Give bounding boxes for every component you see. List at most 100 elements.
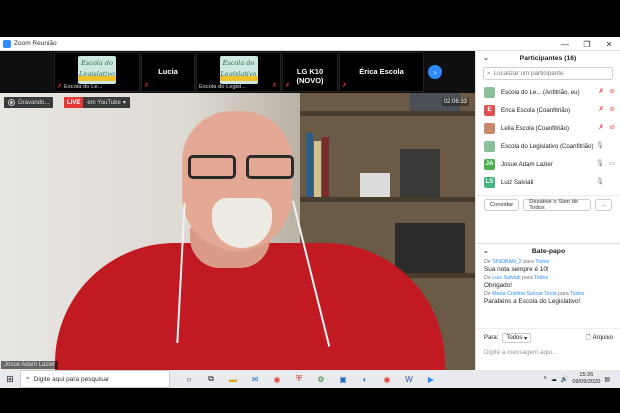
speaker-name-label: Josue Adam Lazier	[1, 361, 59, 369]
video-off-icon[interactable]: ⊘	[610, 123, 615, 131]
chat-message-text: Parabéns a Escola do Legislativo!	[484, 298, 581, 305]
taskbar-clock[interactable]: 15:26 09/09/2020	[572, 372, 600, 386]
muted-mic-icon: ✗	[57, 84, 63, 90]
chat-message-text: Obrigado!	[484, 282, 513, 289]
window-title: Zoom Reunião	[14, 40, 57, 47]
avatar	[484, 86, 495, 98]
participant-actions: Convidar Desative o Som de Todos ...	[476, 195, 620, 214]
speaker-glasses	[188, 155, 298, 181]
maximize-button[interactable]: ❐	[576, 37, 598, 51]
chat-sender[interactable]: Maria Cristina Succar Tecla	[492, 291, 556, 297]
system-tray: ˄ ☁ 🔊 15:26 09/09/2020 ▤	[543, 370, 610, 388]
chat-to-label: Para:	[484, 335, 499, 341]
muted-mic-icon[interactable]: ✗	[599, 123, 604, 131]
windows-taskbar: ⊞ ⌕ Digite aqui para pesquisar ○ ⧉ ▬ ✉ ◉…	[0, 370, 620, 388]
participant-row[interactable]: Escola do Legislativo (Coanfitrião) 🎙	[476, 137, 620, 155]
chat-recipient[interactable]: Todos	[570, 291, 584, 297]
shield-icon[interactable]: ⛨	[288, 370, 310, 388]
close-button[interactable]: ✕	[598, 37, 620, 51]
mic-icon[interactable]: 🎙	[596, 159, 604, 167]
participant-search-input[interactable]: ⌕ Localizar um participante	[483, 67, 613, 80]
participant-name: Luiz Salviati	[501, 178, 534, 186]
live-stream-indicator[interactable]: LIVE em YouTube ▾	[64, 97, 130, 108]
screen: Zoom Reunião — ❐ ✕ Escola do Legislativo…	[0, 0, 620, 413]
notifications-icon[interactable]: ▤	[604, 376, 610, 383]
file-label: Arquivo	[592, 335, 613, 341]
windows-start-icon[interactable]: ⊞	[0, 374, 20, 385]
thumbnail-tile[interactable]: Lucia ✗	[141, 52, 195, 92]
file-button[interactable]: 🗋 Arquivo	[586, 333, 613, 343]
settings-icon[interactable]: ⚙	[310, 370, 332, 388]
taskbar-search-placeholder: Digite aqui para pesquisar	[33, 375, 110, 383]
active-speaker-video: Josue Adam Lazier	[0, 93, 475, 370]
chevron-up-icon[interactable]: ˄	[543, 376, 547, 382]
video-off-icon[interactable]: ⊘	[610, 105, 615, 113]
chat-recipient-value: Todos	[506, 335, 523, 341]
participant-name: Escola do Le...	[501, 88, 542, 96]
chat-sender[interactable]: Luiz Salviati	[492, 275, 520, 281]
chevron-down-icon[interactable]: ⌄	[483, 54, 489, 62]
chat-recipient[interactable]: Todos	[534, 275, 548, 281]
thumbnail-tile[interactable]: Escola do Legislativo ✗ Escola do Le...	[54, 52, 140, 92]
muted-mic-icon[interactable]: ✗	[599, 105, 604, 113]
word-icon[interactable]: W	[398, 370, 420, 388]
chevron-down-icon[interactable]: ⌄	[483, 247, 489, 255]
muted-mic-icon[interactable]: ✗	[599, 87, 604, 95]
record-icon	[8, 99, 15, 106]
thumbnail-tile[interactable]: Érica Escola ✗	[339, 52, 424, 92]
school-logo: Escola do Legislativo	[219, 56, 258, 84]
meeting-timer: 02:06:33	[441, 98, 469, 106]
invite-button[interactable]: Convidar	[484, 199, 520, 211]
minimize-button[interactable]: —	[554, 37, 576, 51]
chat-message: De SINDBAN_2 para Todos Sua nota sempre é…	[476, 258, 620, 274]
mail-icon[interactable]: ✉	[244, 370, 266, 388]
video-off-icon[interactable]: ⊘	[610, 87, 615, 95]
tile-name: LG K10 (NOVO)	[296, 67, 324, 85]
participant-row[interactable]: LS Luiz Salviati 🎙	[476, 173, 620, 191]
video-icon[interactable]: ▭	[609, 159, 615, 167]
participant-row[interactable]: Leila Escola (Coanfitrião) ✗ ⊘	[476, 119, 620, 137]
cortana-icon[interactable]: ○	[178, 370, 200, 388]
participants-header: ⌄ Participantes (16)	[476, 51, 620, 65]
more-options-button[interactable]: ...	[595, 199, 612, 211]
task-view-icon[interactable]: ⧉	[200, 370, 222, 388]
volume-icon[interactable]: 🔊	[561, 376, 568, 383]
avatar	[484, 122, 495, 134]
chat-from-prefix: De	[484, 275, 491, 281]
recording-indicator[interactable]: Gravando...	[4, 97, 54, 108]
thumbnail-tile[interactable]: Escola do Legislativo Escola do Legisl..…	[196, 52, 281, 92]
mic-icon[interactable]: 🎙	[596, 177, 604, 185]
participant-row[interactable]: E Érica Escola (Coanfitrião) ✗ ⊘	[476, 101, 620, 119]
taskbar-search[interactable]: ⌕ Digite aqui para pesquisar	[20, 370, 170, 388]
photo-app-icon[interactable]: ▣	[332, 370, 354, 388]
file-explorer-icon[interactable]: ▬	[222, 370, 244, 388]
zoom-icon[interactable]: ▶	[420, 370, 442, 388]
network-icon[interactable]: ☁	[551, 376, 557, 383]
edge-icon[interactable]: ◐	[354, 370, 376, 388]
mic-icon[interactable]: 🎙	[596, 141, 604, 149]
video-area: Escola do Legislativo ✗ Escola do Le... L…	[0, 51, 475, 370]
muted-mic-icon: ✗	[342, 83, 348, 89]
logo-line1: Escola do	[81, 59, 113, 67]
thumbnail-tile[interactable]: LG K10 (NOVO) ✗	[282, 52, 338, 92]
search-icon: ⌕	[487, 69, 491, 77]
next-page-button[interactable]: ›	[428, 65, 442, 79]
chat-recipient-select[interactable]: Todos ▾	[502, 333, 532, 343]
zoom-app-icon	[3, 39, 11, 48]
participant-row[interactable]: JA Josue Adam Lazier 🎙 ▭	[476, 155, 620, 173]
chat-message: De Maria Cristina Succar Tecla para Todo…	[476, 290, 620, 306]
participant-role: (Coanfitrião)	[535, 124, 570, 132]
chat-to-prefix: para	[522, 275, 533, 281]
mute-all-button[interactable]: Desative o Som de Todos	[523, 199, 592, 211]
chrome-icon[interactable]: ◉	[376, 370, 398, 388]
school-logo: Escola do Legislativo	[78, 56, 116, 84]
chat-to-prefix: para	[523, 259, 534, 265]
participant-row[interactable]: Escola do Le... (Anfitrião, eu) ✗ ⊘	[476, 83, 620, 101]
chat-sender[interactable]: SINDBAN_2	[492, 259, 521, 265]
chat-recipient[interactable]: Todos	[535, 259, 549, 265]
chrome-icon[interactable]: ◉	[266, 370, 288, 388]
participant-role: (Anfitrião, eu)	[543, 88, 580, 96]
chat-input[interactable]: Digite a mensagem aqui...	[476, 347, 620, 358]
search-icon: ⌕	[26, 375, 30, 382]
zoom-window: Zoom Reunião — ❐ ✕ Escola do Legislativo…	[0, 37, 620, 370]
